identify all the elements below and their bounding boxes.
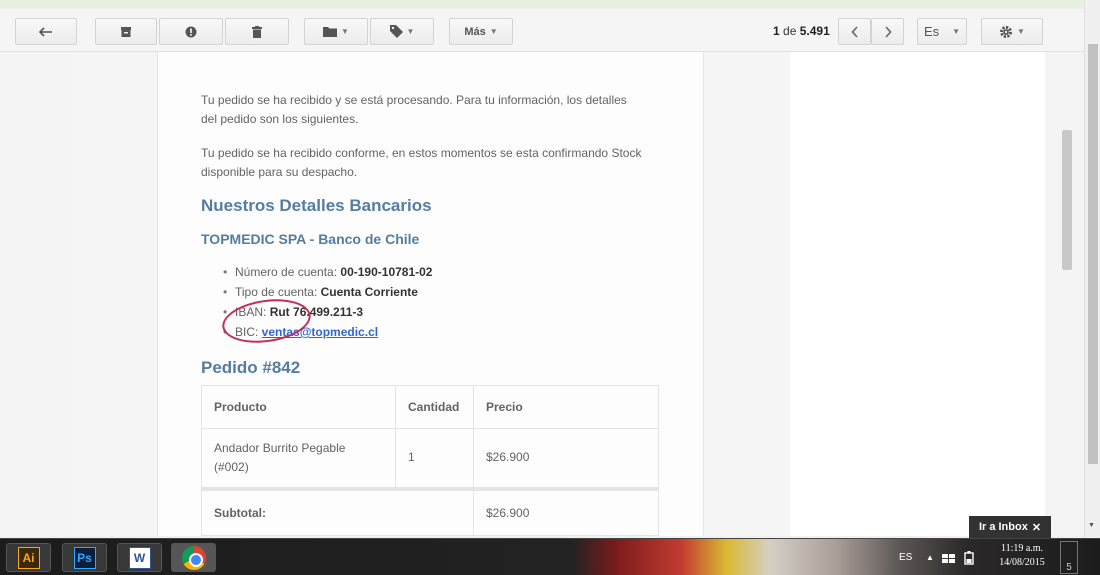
illustrator-icon: Ai <box>17 546 40 569</box>
input-language-button[interactable]: Es ▼ <box>917 18 967 45</box>
account-number-label: Número de cuenta: <box>235 265 341 279</box>
more-button[interactable]: Más ▼ <box>449 18 513 45</box>
intro-paragraph-2: Tu pedido se ha recibido conforme, en es… <box>201 146 642 179</box>
archive-button[interactable] <box>95 18 157 45</box>
system-clock[interactable]: 11:19 a.m. 14/08/2015 <box>994 542 1050 570</box>
chevron-down-icon: ▼ <box>341 27 349 36</box>
trash-icon <box>252 25 262 38</box>
message-scrollbar-thumb[interactable] <box>1062 130 1072 270</box>
order-heading: Pedido #842 <box>201 358 301 377</box>
move-to-button[interactable]: ▼ <box>304 18 368 45</box>
toolbar: ▼ ▼ Más ▼ 1 de 5.491 Es ▼ ▼ <box>0 0 1084 52</box>
column-header-quantity: Cantidad <box>395 385 474 429</box>
older-button[interactable] <box>871 18 904 45</box>
settings-button[interactable]: ▼ <box>981 18 1043 45</box>
subtotal-value: $26.900 <box>473 486 659 536</box>
close-icon[interactable]: ✕ <box>1032 521 1041 534</box>
chrome-icon <box>181 545 206 570</box>
report-spam-button[interactable] <box>159 18 223 45</box>
intro-paragraph-1: Tu pedido se ha recibido y se está proce… <box>201 93 627 126</box>
chevron-right-icon <box>884 25 892 38</box>
cell-product: Andador Burrito Pegable (#002) <box>201 428 396 489</box>
scrollbar-thumb[interactable] <box>1088 44 1098 464</box>
language-indicator[interactable]: ES <box>899 539 912 575</box>
report-spam-icon <box>185 26 197 37</box>
go-to-inbox-label: Ir a Inbox <box>978 521 1028 533</box>
count-total: 5.491 <box>799 24 830 38</box>
account-type-value: Cuenta Corriente <box>320 285 418 299</box>
account-number-value: 00-190-10781-02 <box>340 265 433 279</box>
windows-taskbar: Ai Ps W ES ▲ 11:19 a.m. 14/08/2015 5 <box>0 538 1100 575</box>
page-scrollbar[interactable]: ▼ <box>1084 0 1100 538</box>
bank-details-heading: Nuestros Detalles Bancarios <box>201 196 432 215</box>
account-type-label: Tipo de cuenta: <box>235 285 321 299</box>
show-desktop-label: 5 <box>1066 562 1072 573</box>
count-current: 1 <box>773 24 780 38</box>
chevron-left-icon <box>850 25 858 38</box>
chevron-down-icon: ▼ <box>1017 27 1025 36</box>
more-label: Más <box>464 25 486 38</box>
column-header-price: Precio <box>473 385 659 429</box>
archive-icon <box>121 26 131 37</box>
cell-price: $26.900 <box>473 428 659 489</box>
show-desktop-button[interactable]: 5 <box>1060 541 1078 574</box>
scroll-down-icon[interactable]: ▼ <box>1088 522 1095 529</box>
subtotal-label: Subtotal: <box>201 486 474 536</box>
subtotal-row: Subtotal: $26.900 <box>201 486 659 536</box>
list-item: Número de cuenta: 00-190-10781-02 <box>223 262 433 282</box>
message-counter: 1 de 5.491 <box>773 18 830 45</box>
photoshop-icon: Ps <box>73 546 96 569</box>
labels-button[interactable]: ▼ <box>370 18 434 45</box>
network-icon[interactable] <box>942 539 956 575</box>
back-button[interactable] <box>15 18 77 45</box>
taskbar-app-chrome[interactable] <box>171 543 216 572</box>
chevron-down-icon: ▼ <box>406 27 415 36</box>
cell-quantity: 1 <box>395 428 474 489</box>
language-label: Es <box>924 24 940 39</box>
bank-name-heading: TOPMEDIC SPA - Banco de Chile <box>201 231 420 247</box>
count-sep: de <box>783 24 797 38</box>
gear-icon <box>1000 25 1013 38</box>
taskbar-app-photoshop[interactable]: Ps <box>62 543 107 572</box>
folder-icon <box>323 27 338 37</box>
up-arrow-icon[interactable]: ▲ <box>926 539 934 575</box>
delete-button[interactable] <box>225 18 289 45</box>
chevron-down-icon: ▼ <box>489 27 498 36</box>
taskbar-app-word[interactable]: W <box>117 543 162 572</box>
newer-button[interactable] <box>838 18 871 45</box>
reply-arrow-icon <box>39 26 52 37</box>
word-icon: W <box>128 546 151 569</box>
clock-date: 14/08/2015 <box>999 557 1045 568</box>
taskbar-app-illustrator[interactable]: Ai <box>6 543 51 572</box>
table-header-row: Producto Cantidad Precio <box>201 385 659 429</box>
tag-icon <box>389 25 403 38</box>
table-row: Andador Burrito Pegable (#002) 1 $26.900 <box>201 428 659 489</box>
chevron-down-icon: ▼ <box>952 27 960 36</box>
clock-time: 11:19 a.m. <box>1000 543 1044 554</box>
order-table: Producto Cantidad Precio Andador Burrito… <box>201 385 659 536</box>
go-to-inbox-button[interactable]: Ir a Inbox ✕ <box>969 516 1051 538</box>
battery-icon[interactable] <box>964 539 976 575</box>
column-header-product: Producto <box>201 385 396 429</box>
